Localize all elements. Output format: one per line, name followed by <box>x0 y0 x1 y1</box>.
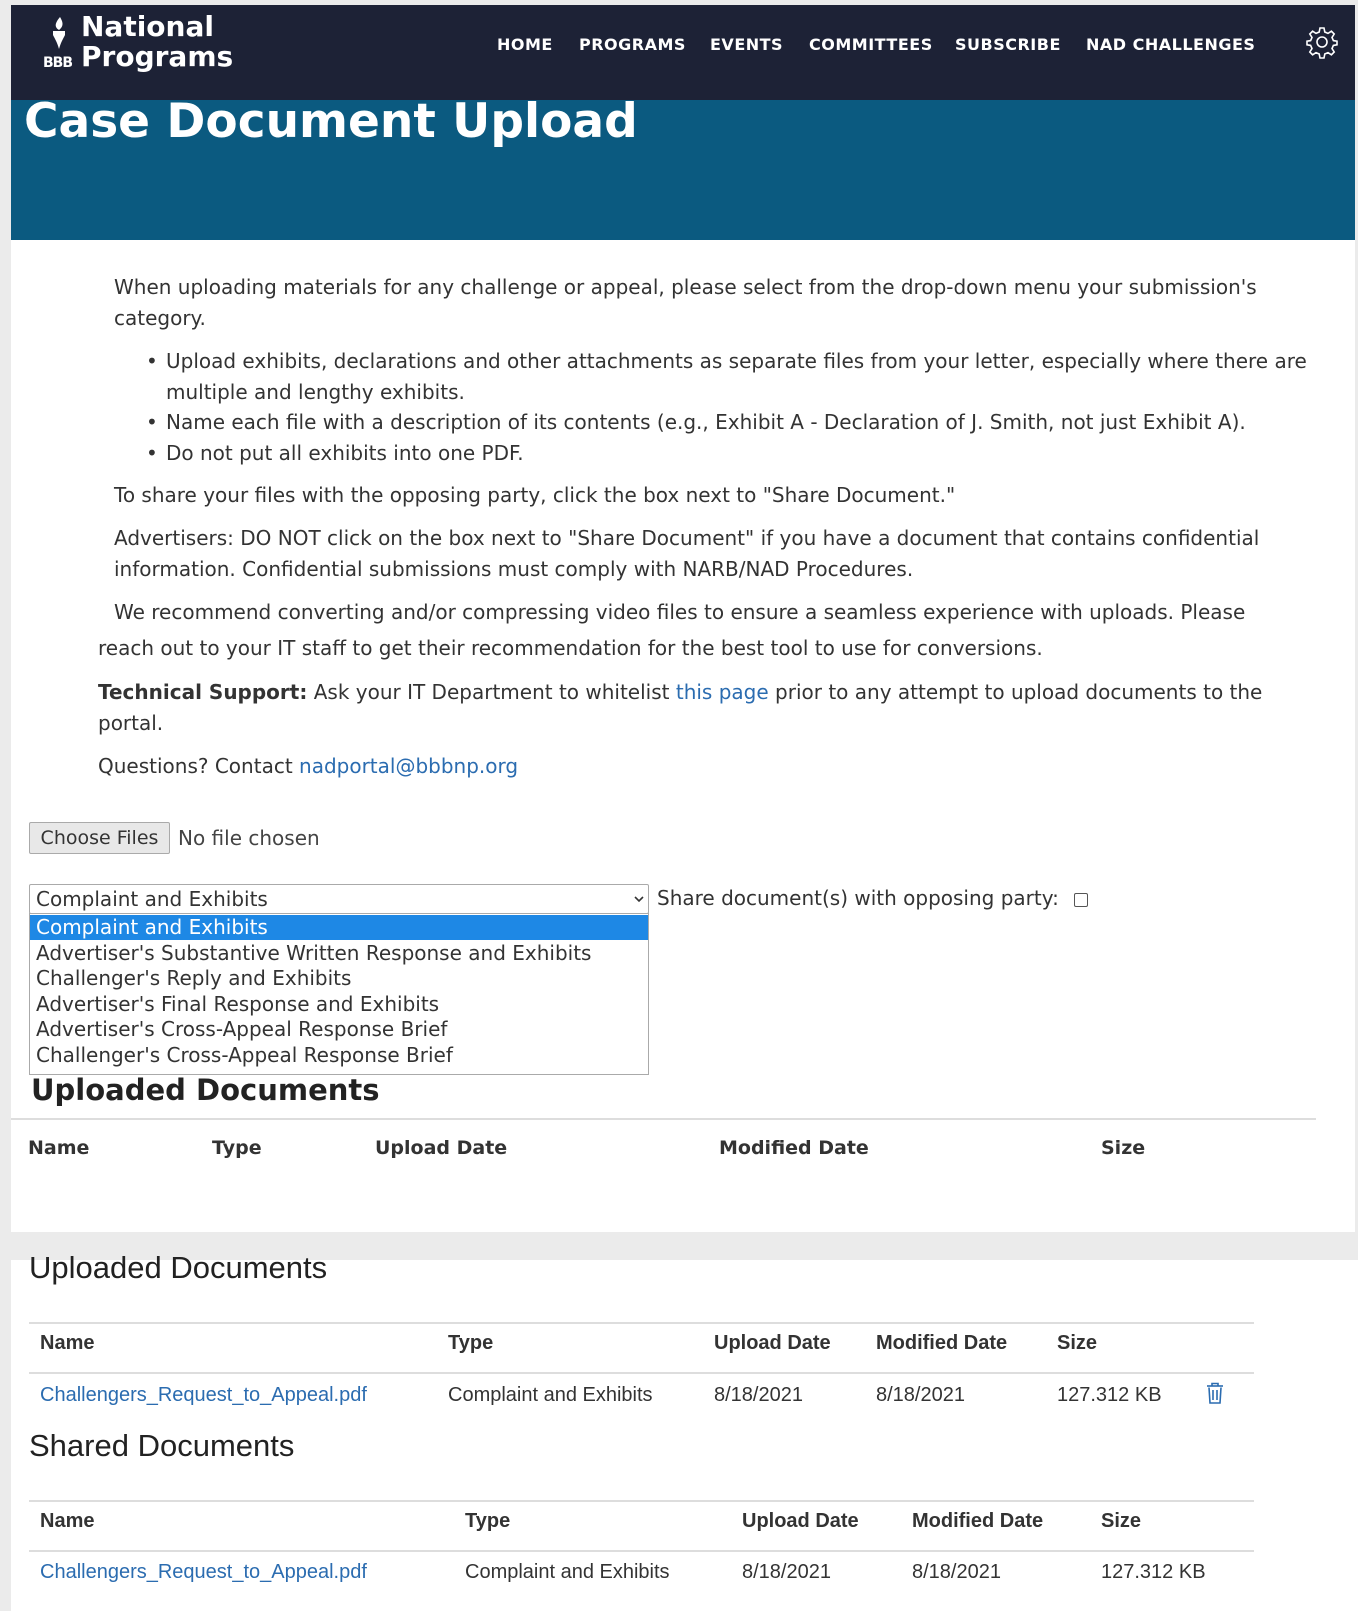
uploaded-file-upload-date: 8/18/2021 <box>714 1384 803 1406</box>
technical-support-cont: portal. <box>98 711 164 735</box>
column-header-size: Size <box>1101 1137 1146 1159</box>
shared-file-modified-date: 8/18/2021 <box>912 1561 1001 1583</box>
option-advertiser-final-response[interactable]: Advertiser's Final Response and Exhibits <box>30 992 648 1017</box>
nav-item-programs[interactable]: PROGRAMS <box>579 29 686 61</box>
technical-support: Technical Support: Ask your IT Departmen… <box>98 677 1262 708</box>
shared-header-modified-date: Modified Date <box>912 1510 1044 1532</box>
uploaded-header-type: Type <box>448 1332 494 1354</box>
uploaded-documents-title: Uploaded Documents <box>29 1250 328 1285</box>
video-recommendation-cont: reach out to your IT staff to get their … <box>98 636 1043 660</box>
video-recommendation: We recommend converting and/or compressi… <box>114 600 1246 624</box>
document-type-options: Complaint and Exhibits Advertiser's Subs… <box>29 913 649 1075</box>
advertisers-warning-cont: information. Confidential submissions mu… <box>114 557 914 581</box>
document-type-selected: Complaint and Exhibits <box>36 887 268 911</box>
page-banner: Case Document Upload <box>11 94 1355 240</box>
bullet-separate-files-cont: multiple and lengthy exhibits. <box>166 380 465 404</box>
technical-support-text: Ask your IT Department to whitelist <box>307 680 676 704</box>
navbar: National BBB Programs HOME PROGRAMS EVEN… <box>11 5 1355 100</box>
column-header-type: Type <box>212 1137 262 1159</box>
this-page-link[interactable]: this page <box>676 680 769 704</box>
uploaded-file-type: Complaint and Exhibits <box>448 1384 653 1406</box>
nav-item-committees[interactable]: COMMITTEES <box>809 29 933 61</box>
divider <box>29 1372 1254 1374</box>
top-panel: National BBB Programs HOME PROGRAMS EVEN… <box>11 5 1355 1232</box>
shared-file-upload-date: 8/18/2021 <box>742 1561 831 1583</box>
nav-item-nad-challenges[interactable]: NAD CHALLENGES <box>1086 29 1255 61</box>
uploaded-file-link[interactable]: Challengers_Request_to_Appeal.pdf <box>40 1381 367 1409</box>
choose-files-button[interactable]: Choose Files <box>29 822 170 854</box>
shared-header-name: Name <box>40 1510 95 1532</box>
nav-item-events[interactable]: EVENTS <box>710 29 783 61</box>
intro-paragraph-cont: category. <box>114 306 206 330</box>
uploaded-file-modified-date: 8/18/2021 <box>876 1384 965 1406</box>
shared-file-link[interactable]: Challengers_Request_to_Appeal.pdf <box>40 1558 367 1586</box>
nav-menu: HOME PROGRAMS EVENTS COMMITTEES SUBSCRIB… <box>11 29 1355 59</box>
technical-support-text-after: prior to any attempt to upload documents… <box>768 680 1263 704</box>
share-note: To share your files with the opposing pa… <box>114 483 956 507</box>
support-email-link[interactable]: nadportal@bbbnp.org <box>299 754 518 778</box>
shared-header-upload-date: Upload Date <box>742 1510 859 1532</box>
share-document-checkbox[interactable] <box>1074 893 1088 907</box>
chevron-down-icon <box>634 896 644 903</box>
technical-support-label: Technical Support: <box>98 680 308 704</box>
intro-paragraph: When uploading materials for any challen… <box>114 275 1257 299</box>
uploaded-header-upload-date: Upload Date <box>714 1332 831 1354</box>
divider <box>29 1550 1254 1552</box>
file-status: No file chosen <box>178 826 320 850</box>
uploaded-documents-heading: Uploaded Documents <box>31 1073 380 1107</box>
option-advertiser-cross-appeal-brief[interactable]: Advertiser's Cross-Appeal Response Brief <box>30 1017 648 1042</box>
uploaded-header-size: Size <box>1057 1332 1098 1354</box>
shared-header-type: Type <box>465 1510 511 1532</box>
share-document-label: Share document(s) with opposing party: <box>657 886 1059 910</box>
shared-file-type: Complaint and Exhibits <box>465 1561 670 1583</box>
option-complaint-and-exhibits[interactable]: Complaint and Exhibits <box>30 915 648 940</box>
column-header-modified-date: Modified Date <box>719 1137 869 1159</box>
shared-documents-title: Shared Documents <box>29 1428 295 1463</box>
nav-item-home[interactable]: HOME <box>497 29 553 61</box>
nav-item-subscribe[interactable]: SUBSCRIBE <box>955 29 1061 61</box>
questions-contact: Questions? Contact nadportal@bbbnp.org <box>98 751 518 782</box>
uploaded-header-modified-date: Modified Date <box>876 1332 1008 1354</box>
option-advertiser-substantive-response[interactable]: Advertiser's Substantive Written Respons… <box>30 941 648 966</box>
trash-icon[interactable] <box>1206 1382 1224 1404</box>
page-title: Case Document Upload <box>24 94 638 149</box>
divider <box>11 1118 1316 1120</box>
advertisers-warning: Advertisers: DO NOT click on the box nex… <box>114 526 1260 550</box>
column-header-name: Name <box>28 1137 90 1159</box>
document-type-select[interactable]: Complaint and Exhibits <box>29 884 649 914</box>
option-challenger-cross-appeal-brief[interactable]: Challenger's Cross-Appeal Response Brief <box>30 1043 648 1068</box>
bullet-separate-files: Upload exhibits, declarations and other … <box>146 346 1307 377</box>
column-header-upload-date: Upload Date <box>375 1137 508 1159</box>
shared-header-size: Size <box>1101 1510 1142 1532</box>
documents-panel: Uploaded Documents Name Type Upload Date… <box>11 1250 1358 1611</box>
bullet-name-files: Name each file with a description of its… <box>146 407 1246 438</box>
divider <box>29 1500 1254 1502</box>
bullet-one-pdf: Do not put all exhibits into one PDF. <box>146 438 524 469</box>
uploaded-header-name: Name <box>40 1332 95 1354</box>
questions-text: Questions? Contact <box>98 754 300 778</box>
gear-icon[interactable] <box>1305 25 1339 59</box>
divider <box>29 1322 1254 1324</box>
shared-file-size: 127.312 KB <box>1101 1561 1206 1583</box>
option-challenger-reply[interactable]: Challenger's Reply and Exhibits <box>30 966 648 991</box>
uploaded-file-size: 127.312 KB <box>1057 1384 1162 1406</box>
